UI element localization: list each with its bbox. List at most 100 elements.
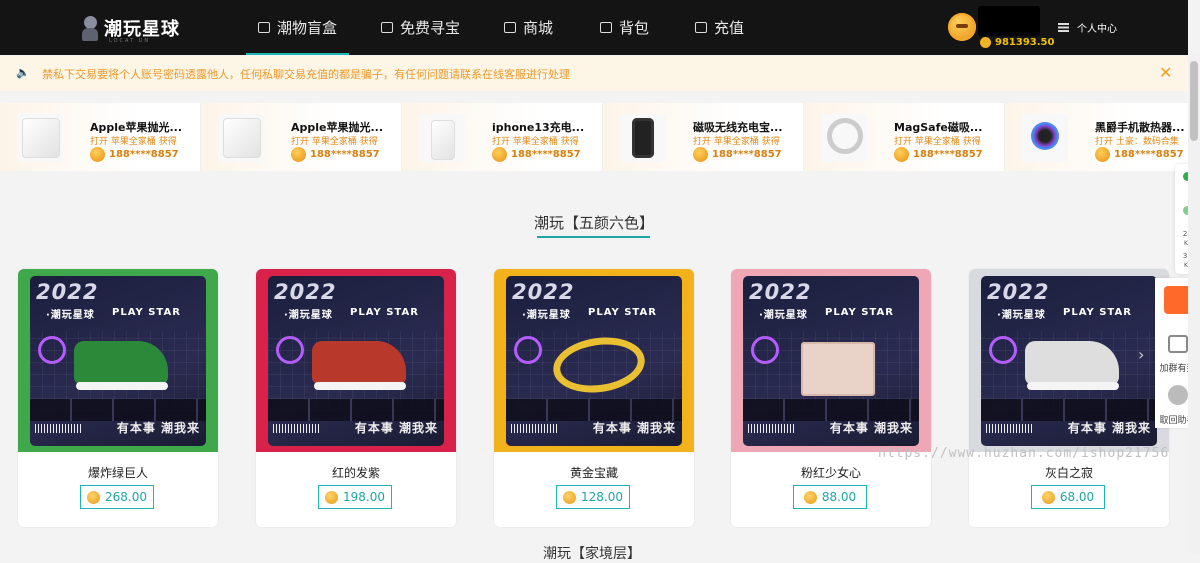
item-title: Apple苹果抛光...: [291, 121, 384, 134]
toy-ring-icon: [751, 336, 779, 364]
product-name: 灰白之寂: [1044, 466, 1093, 480]
product-name: 黄金宝藏: [569, 466, 618, 480]
coin-icon: [563, 490, 576, 504]
winner: 188****8857: [894, 147, 983, 162]
product-thumbnail: [821, 114, 867, 162]
user-center-link[interactable]: 个人中心: [1058, 20, 1117, 35]
item-title: MagSafe磁吸...: [894, 121, 983, 134]
item-title: iphone13充电...: [492, 121, 585, 134]
price-value: 198.00: [343, 490, 385, 504]
user-center-label: 个人中心: [1077, 24, 1117, 35]
product-card[interactable]: 2022 ·潮玩星球 PLAY STAR 有本事 潮我来 灰白之寂 68.00: [969, 269, 1169, 527]
nav-item-mall[interactable]: 商城: [504, 0, 553, 55]
poster-year: 2022: [749, 280, 812, 304]
scroll-thumb[interactable]: [1190, 61, 1198, 141]
list-item[interactable]: MagSafe磁吸... 打开 苹果全家桶 获得 188****8857: [804, 103, 1005, 171]
nav-item-label: 免费寻宝: [400, 19, 461, 37]
winner-name: 188****8857: [913, 149, 983, 160]
notice-text: 禁私下交易要将个人账号密码透露他人，任何私聊交易充值的都是骗子，有任何问题请联系…: [42, 68, 570, 81]
chevron-right-icon[interactable]: ›: [1138, 345, 1144, 364]
poster-brand: ·潮玩星球: [522, 310, 571, 321]
price-button[interactable]: 198.00: [318, 485, 392, 509]
nav-item-label: 潮物盲盒: [277, 19, 338, 37]
toy-ring-icon: [38, 336, 66, 364]
poster-brand: ·潮玩星球: [46, 310, 95, 321]
winner-name: 188****8857: [511, 149, 581, 160]
poster-tagline: PLAY STAR: [350, 307, 419, 318]
avatar[interactable]: [948, 13, 976, 41]
wallet-icon: [695, 22, 707, 33]
coin-icon: [1041, 490, 1055, 504]
list-item[interactable]: 磁吸无线充电宝... 打开 苹果全家桶 获得 188****8857: [603, 103, 804, 171]
product-card[interactable]: 2022 ·潮玩星球 PLAY STAR 有本事 潮我来 粉红少女心 88.00: [731, 269, 931, 527]
price-button[interactable]: 68.00: [1031, 485, 1105, 509]
item-meta: 打开 苹果全家桶 获得: [492, 137, 579, 147]
item-meta: 打开 土豪：数码合集: [1095, 137, 1179, 147]
nav-item-backpack[interactable]: 背包: [600, 0, 649, 55]
poster-slogan: 有本事 潮我来: [592, 421, 676, 435]
scrollbar[interactable]: [1188, 55, 1200, 553]
box-icon: [258, 22, 270, 33]
brand-subtitle: LOCAT UN: [109, 38, 151, 44]
product-thumbnail: [218, 114, 264, 162]
item-meta: 打开 苹果全家桶 获得: [90, 137, 177, 147]
barcode-icon: [511, 424, 559, 433]
coin-icon: [980, 37, 991, 48]
list-item[interactable]: iphone13充电... 打开 苹果全家桶 获得 188****8857: [402, 103, 603, 171]
shop-icon[interactable]: [1168, 335, 1188, 353]
list-item[interactable]: Apple苹果抛光... 打开 苹果全家桶 获得 188****8857: [201, 103, 402, 171]
list-item[interactable]: Apple苹果抛光... 打开 苹果全家桶 获得 188****8857: [0, 103, 201, 171]
product-thumbnail: [17, 114, 63, 162]
list-item[interactable]: 黑爵手机散热器... 打开 土豪：数码合集 188****8857: [1005, 103, 1189, 171]
poster-slogan: 有本事 潮我来: [829, 421, 913, 435]
product-poster: 2022 ·潮玩星球 PLAY STAR 有本事 潮我来: [256, 269, 456, 452]
coin-balance: 981393.50: [980, 37, 1054, 48]
nav-item-label: 充值: [714, 19, 745, 37]
product-image-bag: [801, 342, 875, 396]
item-title: Apple苹果抛光...: [90, 121, 183, 134]
barcode-icon: [273, 424, 321, 433]
item-meta: 打开 苹果全家桶 获得: [693, 137, 780, 147]
nav-item-recharge[interactable]: 充值: [695, 0, 744, 55]
user-avatar-icon: [492, 147, 507, 162]
poster-year: 2022: [987, 280, 1050, 304]
product-poster: 2022 ·潮玩星球 PLAY STAR 有本事 潮我来: [18, 269, 218, 452]
item-title: 黑爵手机散热器...: [1095, 121, 1185, 134]
product-card[interactable]: 2022 ·潮玩星球 PLAY STAR 有本事 潮我来 红的发紫 198.00: [256, 269, 456, 527]
nav-item-blindbox[interactable]: 潮物盲盒: [245, 0, 350, 55]
product-thumbnail: [620, 114, 666, 162]
bag-icon: [600, 22, 612, 33]
retrieve-icon[interactable]: [1168, 385, 1188, 405]
poster-year: 2022: [512, 280, 575, 304]
product-image-shoe: [1025, 341, 1119, 390]
winner-name: 188****8857: [712, 149, 782, 160]
price-button[interactable]: 268.00: [80, 485, 154, 509]
product-image-shoe: [74, 341, 168, 390]
nav-item-label: 背包: [619, 19, 650, 37]
user-avatar-icon: [1095, 147, 1110, 162]
image-icon: [381, 22, 393, 33]
product-card[interactable]: 2022 ·潮玩星球 PLAY STAR 有本事 潮我来 爆炸绿巨人 268.00: [18, 269, 218, 527]
coin-icon: [803, 490, 817, 504]
notice-bar: 🔈 禁私下交易要将个人账号密码透露他人，任何私聊交易充值的都是骗子，有任何问题请…: [0, 56, 1188, 91]
nav-item-label: 商城: [523, 19, 554, 37]
section-title: 潮玩【五颜六色】: [533, 214, 654, 232]
watermark-text: https://www.huzhan.com/ishop21756: [878, 446, 1170, 461]
close-icon[interactable]: ✕: [1159, 63, 1172, 82]
product-card[interactable]: 2022 ·潮玩星球 PLAY STAR 有本事 潮我来 黄金宝藏 128.00: [494, 269, 694, 527]
winner: 188****8857: [90, 147, 179, 162]
mascot-icon: [80, 14, 100, 42]
user-avatar-icon: [291, 147, 306, 162]
winner-name: 188****8857: [310, 149, 380, 160]
item-meta: 打开 苹果全家桶 获得: [894, 137, 981, 147]
brand-logo[interactable]: 潮玩星球 LOCAT UN: [80, 12, 180, 44]
price-button[interactable]: 128.00: [556, 485, 630, 509]
poster-tagline: PLAY STAR: [112, 307, 181, 318]
price-button[interactable]: 88.00: [793, 485, 867, 509]
nav-item-treasure[interactable]: 免费寻宝: [381, 0, 460, 55]
product-name: 红的发紫: [331, 466, 380, 480]
toy-ring-icon: [276, 336, 304, 364]
poster-tagline: PLAY STAR: [825, 307, 894, 318]
poster-brand: ·潮玩星球: [284, 310, 333, 321]
poster-slogan: 有本事 潮我来: [1067, 421, 1151, 435]
